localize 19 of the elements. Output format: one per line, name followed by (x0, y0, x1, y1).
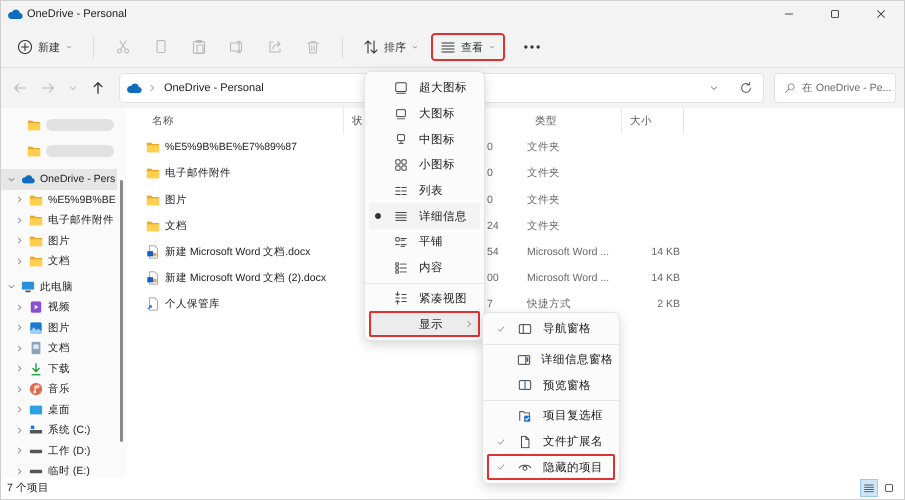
table-cell: 0 (487, 167, 493, 180)
file-type: 文件夹 (527, 140, 560, 154)
file-type: Microsoft Word ... (527, 246, 610, 258)
item-count: 7 个项目 (7, 481, 49, 495)
file-type: 文件夹 (527, 192, 560, 207)
file-type: 文件夹 (527, 218, 560, 233)
table-cell: 54 (487, 246, 499, 258)
file-type: 文件夹 (527, 166, 560, 180)
file-type: Microsoft Word ... (527, 272, 610, 284)
window-title: OneDrive - Personal (27, 8, 127, 20)
table-cell: 0 (487, 141, 493, 154)
table-cell: 24 (487, 220, 499, 232)
table-cell: 00 (487, 272, 499, 284)
file-type: 快捷方式 (527, 297, 571, 312)
table-cell: 0 (487, 194, 493, 206)
file-size: 14 KB (651, 246, 680, 258)
file-size: 2 KB (657, 298, 680, 310)
table-cell: 7 (487, 298, 493, 310)
file-size: 14 KB (651, 272, 680, 284)
